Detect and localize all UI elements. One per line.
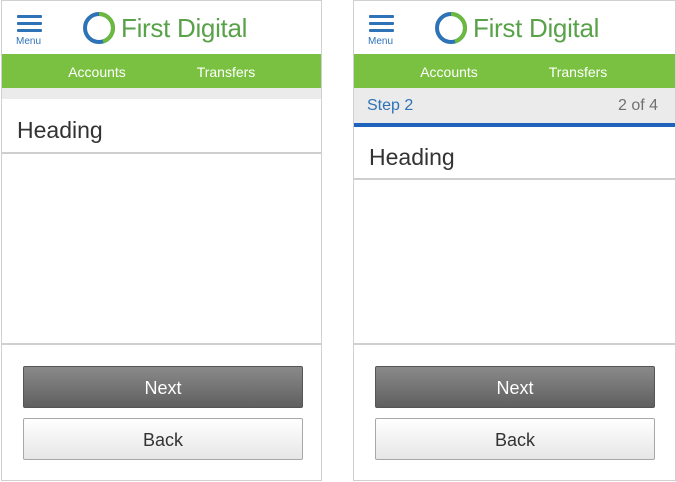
step-count: 2 of 4 — [617, 97, 658, 114]
back-button[interactable]: Back — [375, 418, 655, 460]
top-nav: Accounts Transfers — [354, 54, 675, 88]
divider — [2, 152, 321, 154]
nav-transfers[interactable]: Transfers — [523, 54, 633, 88]
nav-accounts[interactable]: Accounts — [394, 54, 504, 88]
menu-button[interactable]: Menu — [15, 13, 47, 49]
header-strip — [2, 88, 321, 99]
divider — [354, 178, 675, 180]
page-heading: Heading — [17, 117, 103, 143]
top-nav: Accounts Transfers — [2, 54, 321, 88]
phone-screen-left: Menu First Digital Accounts Transfers He… — [1, 0, 322, 481]
step-label: Step 2 — [367, 97, 414, 114]
divider — [2, 343, 321, 345]
brand-name: First Digital — [121, 13, 248, 43]
hamburger-icon — [17, 15, 42, 18]
hamburger-icon-bar — [369, 29, 394, 32]
divider — [354, 343, 675, 345]
menu-button[interactable]: Menu — [367, 13, 399, 49]
nav-transfers[interactable]: Transfers — [171, 54, 281, 88]
hamburger-icon-bar — [369, 22, 394, 25]
hamburger-icon-bar — [17, 29, 42, 32]
hamburger-icon-bar — [17, 22, 42, 25]
ring-logo-icon — [83, 12, 116, 44]
ring-logo-icon — [435, 12, 468, 44]
hamburger-icon — [369, 15, 394, 18]
page-heading: Heading — [369, 144, 455, 170]
next-button[interactable]: Next — [375, 366, 655, 408]
phone-screen-right: Menu First Digital Accounts Transfers St… — [353, 0, 676, 481]
next-button[interactable]: Next — [23, 366, 303, 408]
app-header: Menu First Digital — [354, 1, 675, 54]
nav-accounts[interactable]: Accounts — [42, 54, 152, 88]
menu-label: Menu — [16, 36, 42, 47]
step-indicator: Step 2 2 of 4 — [354, 88, 675, 123]
menu-label: Menu — [368, 36, 394, 47]
step-progress-bar — [354, 123, 675, 127]
back-button[interactable]: Back — [23, 418, 303, 460]
app-header: Menu First Digital — [2, 1, 321, 54]
brand-name: First Digital — [473, 13, 600, 43]
